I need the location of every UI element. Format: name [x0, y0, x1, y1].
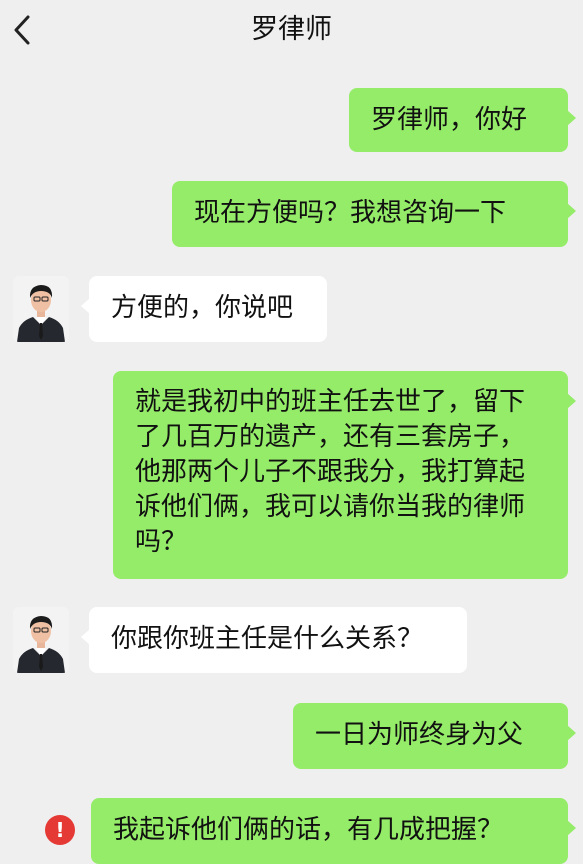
message-bubble-sent[interactable]: 罗律师，你好: [349, 88, 576, 152]
avatar[interactable]: [13, 276, 69, 342]
message-bubble-sent[interactable]: 现在方便吗？我想咨询一下: [172, 181, 576, 247]
lawyer-avatar-image: [13, 276, 69, 342]
lawyer-avatar-image: [13, 607, 69, 673]
avatar[interactable]: [13, 607, 69, 673]
message-bubble-received[interactable]: 方便的，你说吧: [81, 276, 327, 342]
message-bubble-sent[interactable]: 我起诉他们俩的话，有几成把握？: [91, 798, 576, 864]
chat-header: 罗律师: [0, 0, 583, 60]
send-failed-icon[interactable]: !: [45, 815, 75, 845]
message-bubble-sent[interactable]: 就是我初中的班主任去世了，留下了几百万的遗产，还有三套房子，他那两个儿子不跟我分…: [113, 371, 576, 579]
message-bubble-received[interactable]: 你跟你班主任是什么关系？: [81, 607, 467, 673]
page-title: 罗律师: [251, 14, 332, 45]
message-bubble-sent[interactable]: 一日为师终身为父: [293, 703, 576, 769]
